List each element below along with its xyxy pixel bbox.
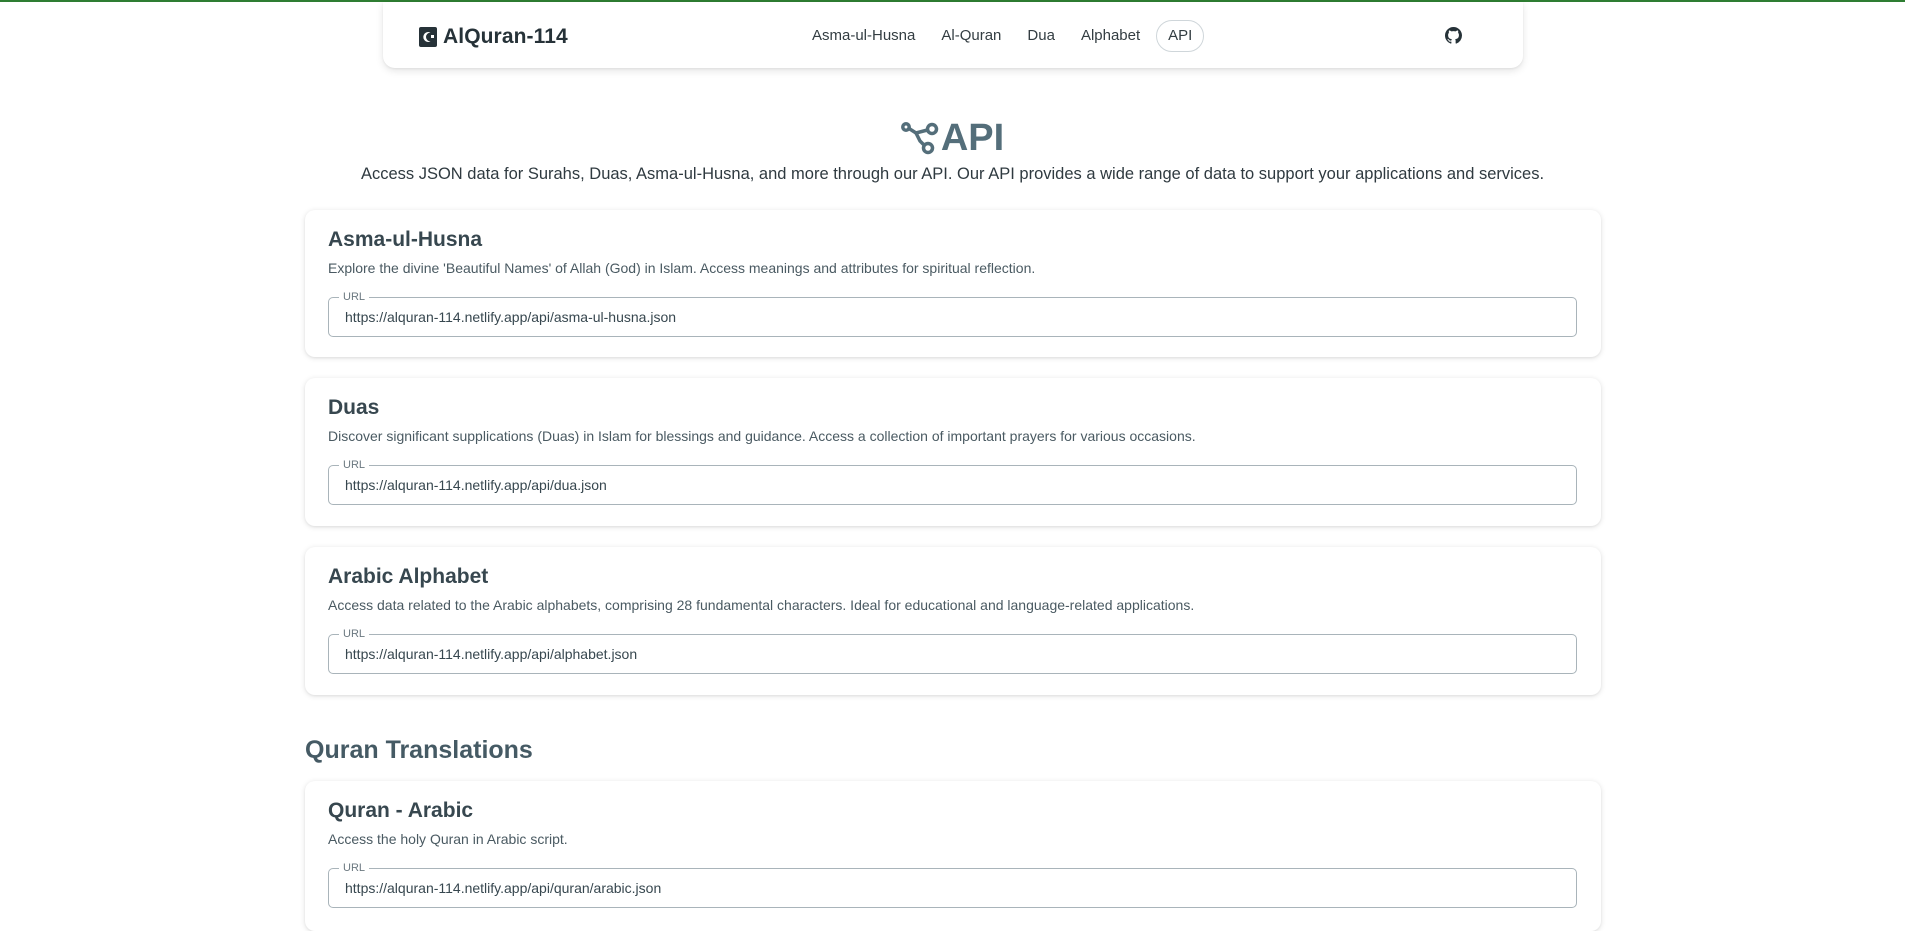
url-input[interactable] bbox=[345, 298, 1545, 336]
nav-link-alphabet[interactable]: Alphabet bbox=[1068, 21, 1153, 51]
api-card-quran-arabic: Quran - Arabic Access the holy Quran in … bbox=[305, 781, 1601, 931]
github-icon[interactable] bbox=[1445, 27, 1462, 44]
url-field: URL bbox=[328, 290, 1577, 337]
card-description: Access data related to the Arabic alphab… bbox=[328, 597, 1195, 613]
url-input[interactable] bbox=[345, 635, 1545, 673]
card-title: Asma-ul-Husna bbox=[328, 228, 483, 251]
card-title: Duas bbox=[328, 396, 380, 419]
quran-book-icon bbox=[419, 27, 437, 47]
page-title: API bbox=[940, 117, 1005, 159]
api-nodes-icon bbox=[900, 122, 939, 155]
card-title: Arabic Alphabet bbox=[328, 565, 489, 588]
navbar: AlQuran-114 Asma-ul-Husna Al-Quran Dua A… bbox=[383, 2, 1523, 68]
api-card-arabic-alphabet: Arabic Alphabet Access data related to t… bbox=[305, 547, 1601, 695]
page-subtitle: Access JSON data for Surahs, Duas, Asma-… bbox=[360, 165, 1545, 183]
brand[interactable]: AlQuran-114 bbox=[419, 25, 568, 49]
nav-link-api[interactable]: API bbox=[1156, 20, 1205, 52]
card-description: Access the holy Quran in Arabic script. bbox=[328, 831, 568, 847]
nav-links: Asma-ul-Husna Al-Quran Dua Alphabet API bbox=[799, 20, 1205, 52]
api-card-duas: Duas Discover significant supplications … bbox=[305, 378, 1601, 526]
card-title: Quran - Arabic bbox=[328, 799, 474, 822]
url-input[interactable] bbox=[345, 869, 1545, 907]
section-heading-quran-translations: Quran Translations bbox=[305, 736, 533, 764]
url-field: URL bbox=[328, 627, 1577, 674]
nav-link-dua[interactable]: Dua bbox=[1014, 21, 1068, 51]
card-description: Discover significant supplications (Duas… bbox=[328, 428, 1196, 444]
brand-name: AlQuran-114 bbox=[443, 25, 568, 48]
url-field: URL bbox=[328, 458, 1577, 505]
api-card-asma-ul-husna: Asma-ul-Husna Explore the divine 'Beauti… bbox=[305, 210, 1601, 357]
card-description: Explore the divine 'Beautiful Names' of … bbox=[328, 260, 1036, 276]
url-field: URL bbox=[328, 861, 1577, 908]
page-heading: API bbox=[0, 116, 1905, 160]
nav-link-asma-ul-husna[interactable]: Asma-ul-Husna bbox=[799, 21, 928, 51]
url-input[interactable] bbox=[345, 466, 1545, 504]
nav-link-al-quran[interactable]: Al-Quran bbox=[928, 21, 1014, 51]
